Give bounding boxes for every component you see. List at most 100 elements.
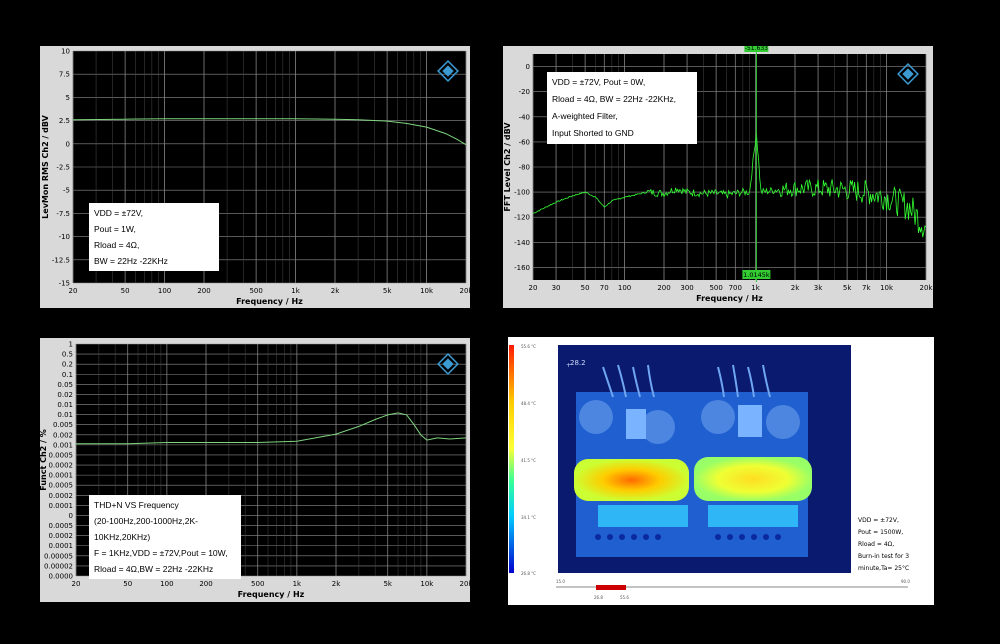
y-tick-label: 0.0002 (49, 492, 74, 500)
slider-right-label: 55.6 (620, 595, 629, 600)
x-tick-label: 50 (581, 284, 590, 292)
x-tick-label: 300 (680, 284, 693, 292)
thd-note: THD+N VS Frequency (20-100Hz,200-1000Hz,… (89, 495, 241, 579)
y-tick-label: 0.01 (57, 411, 73, 419)
cursor-bottom-label: 1.0145k (743, 271, 770, 279)
y-tick-label: 0.2 (62, 361, 73, 369)
y-tick-label: -60 (519, 138, 530, 146)
x-tick-label: 1k (751, 284, 760, 292)
thermal-panel: 55.6 °C 48.4 °C 41.5 °C 34.1 °C 26.8 °C … (508, 337, 934, 605)
note-line: (20-100Hz,200-1000Hz,2K-10KHz,20KHz) (94, 516, 198, 542)
x-tick-label: 10k (880, 284, 894, 292)
board-component (738, 405, 762, 437)
x-tick-label: 2k (332, 580, 341, 588)
y-tick-label: 0 (66, 140, 70, 148)
y-tick-label: 0.0005 (49, 451, 74, 459)
x-axis-label: Frequency / Hz (236, 297, 303, 306)
y-tick-label: 0.0002 (49, 532, 74, 540)
note-line: Rload = 4Ω, (94, 240, 140, 250)
level-note: VDD = ±72V, Pout = 1W, Rload = 4Ω, BW = … (89, 203, 219, 271)
note-line: VDD = ±72V, Pout = 0W, (552, 77, 646, 87)
y-tick-label: 0.0001 (49, 472, 74, 480)
y-tick-label: 0.0005 (49, 482, 74, 490)
x-tick-label: 700 (729, 284, 742, 292)
scale-label: 26.8 °C (521, 571, 536, 576)
x-tick-label: 200 (657, 284, 670, 292)
note-line: F = 1KHz,VDD = ±72V,Pout = 10W, (94, 548, 228, 558)
capacitor (579, 400, 613, 434)
chart-panel-thd: 1 0.5 0.2 0.1 0.05 0.02 0.01 0.01 0.005 0.002 0.00… (40, 338, 470, 602)
y-tick-label: -160 (514, 264, 530, 272)
y-tick-label: 2.5 (59, 117, 70, 125)
y-tick-label: 7.5 (59, 71, 70, 79)
x-tick-label: 500 (249, 287, 262, 295)
x-tick-label: 5k (843, 284, 852, 292)
x-tick-label: 7k (862, 284, 871, 292)
y-tick-label: -12.5 (52, 256, 70, 264)
capacitor (766, 405, 800, 439)
y-axis-label: Funct Ch2 / % (40, 429, 48, 490)
scale-label: 55.6 °C (521, 344, 536, 349)
thermal-note: Rload = 4Ω, (858, 541, 894, 548)
y-tick-label: 0.05 (57, 381, 73, 389)
x-tick-label: 5k (383, 580, 392, 588)
y-tick-label: 0.0005 (49, 522, 74, 530)
slider-left-label: 26.8 (594, 595, 603, 600)
y-tick-label: 0.002 (53, 431, 73, 439)
x-tick-label: 50 (121, 287, 130, 295)
x-tick-label: 20k (460, 580, 470, 588)
x-tick-label: 10k (420, 580, 434, 588)
scale-label: 34.1 °C (521, 515, 536, 520)
y-tick-label: 0.0002 (49, 462, 74, 470)
scale-label: 48.4 °C (521, 401, 536, 406)
x-tick-label: 500 (251, 580, 264, 588)
y-tick-label: 0.02 (57, 391, 73, 399)
x-tick-label: 1k (293, 580, 302, 588)
temperature-slider-range[interactable] (596, 585, 626, 590)
y-tick-label: 1 (69, 341, 73, 349)
y-tick-label: 0.0001 (49, 542, 74, 550)
y-tick-label: 0.00005 (44, 552, 73, 560)
y-tick-label: -40 (519, 113, 530, 121)
x-axis-label: Frequency / Hz (238, 590, 305, 599)
y-tick-label: -100 (514, 189, 530, 197)
y-tick-label: 0.0001 (49, 502, 74, 510)
y-tick-label: -7.5 (56, 210, 70, 218)
y-tick-label: 5 (66, 94, 70, 102)
x-tick-label: 70 (600, 284, 609, 292)
x-tick-label: 50 (123, 580, 132, 588)
x-tick-label: 1k (291, 287, 300, 295)
note-line: Rload = 4Ω, BW = 22Hz -22KHz, (552, 94, 676, 104)
thermal-note: Burn-in test for 3 (858, 553, 909, 560)
y-tick-label: -120 (514, 214, 530, 222)
x-tick-label: 200 (197, 287, 210, 295)
x-tick-label: 30 (552, 284, 561, 292)
x-tick-label: 20 (69, 287, 78, 295)
hotspot-label: 28.2 (570, 359, 586, 367)
y-tick-label: 0.1 (62, 371, 73, 379)
cool-zone (598, 505, 688, 527)
x-tick-label: 10k (420, 287, 434, 295)
x-tick-label: 20 (72, 580, 81, 588)
y-tick-label: -80 (519, 164, 530, 172)
thermal-scale-bar (509, 345, 514, 573)
y-axis-label: FFT Level Ch2 / dBV (503, 122, 512, 212)
y-tick-label: -140 (514, 239, 530, 247)
chart-panel-fft: 0 -20 -40 -60 -80 -100 -120 -140 -160 20 30 50 70 100… (503, 46, 933, 308)
y-tick-label: 10 (61, 48, 70, 56)
slider-min-label: 15.0 (556, 579, 565, 584)
hot-zone-left (574, 459, 689, 501)
note-line: THD+N VS Frequency (94, 500, 179, 510)
y-tick-label: 0.005 (53, 421, 73, 429)
y-tick-label: -5 (63, 187, 70, 195)
x-tick-label: 20 (529, 284, 538, 292)
x-tick-label: 5k (383, 287, 392, 295)
capacitor (641, 410, 675, 444)
y-tick-label: 0.5 (62, 351, 73, 359)
cursor-top-label: -51.633 (745, 46, 768, 52)
cool-zone (708, 505, 798, 527)
x-tick-label: 2k (331, 287, 340, 295)
slider-max-label: 90.0 (901, 579, 910, 584)
note-line: BW = 22Hz -22KHz (94, 256, 168, 266)
x-tick-label: 100 (160, 580, 173, 588)
